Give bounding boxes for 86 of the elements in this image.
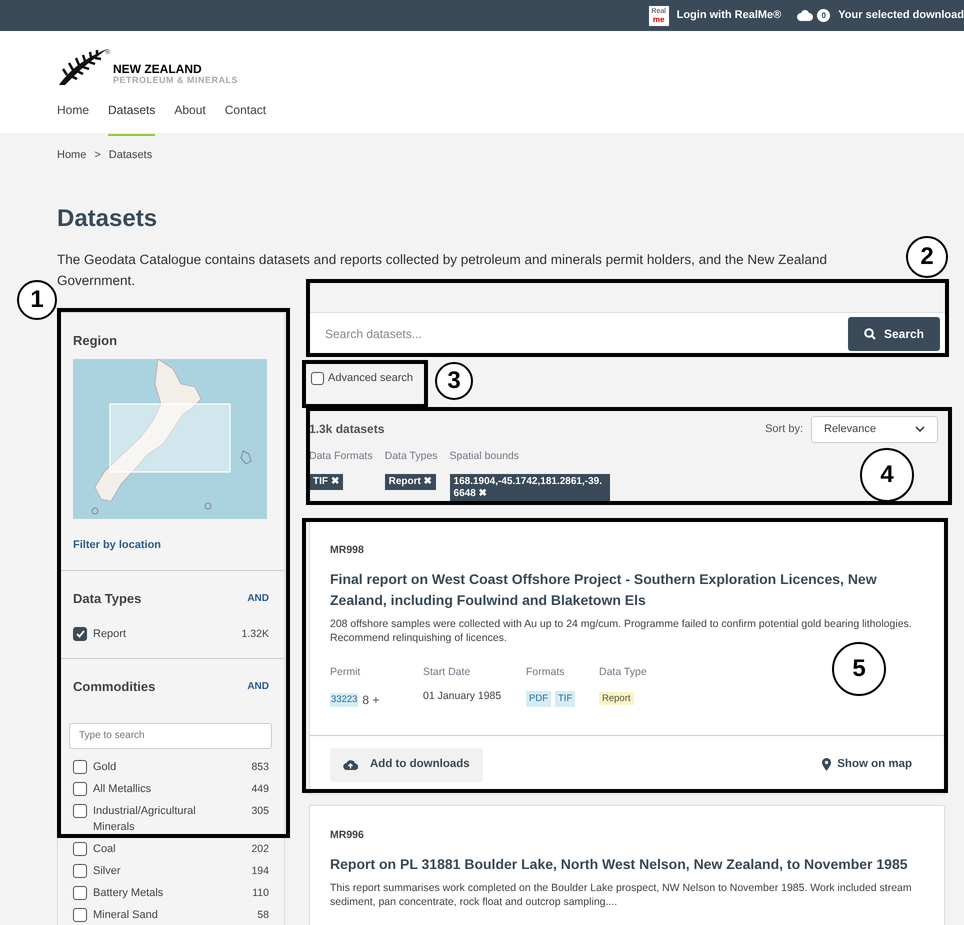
filter-by-location-link[interactable]: Filter by location [73,537,269,554]
option-count: 449 [251,782,269,796]
option-count: 853 [251,760,269,774]
filter-option-label[interactable]: Battery Metals [93,884,164,900]
data-type-tag: Report [599,692,634,705]
result-count: 1.3k datasets [309,421,384,438]
check-icon [76,630,84,638]
dataset-description: 208 offshore samples were collected with Au up to 24 mg/cum. Programme failed to confirm potential gold bearing lithologies. Recommend relinquishing of licences. [330,617,913,645]
dataset-title-link[interactable]: Report on PL 31881 Boulder Lake, North West Nelson, New Zealand, to November 1985 [330,854,924,874]
callout-number: 4 [860,448,914,502]
search-field[interactable]: Type to search [69,722,272,748]
checkbox[interactable] [73,908,87,922]
advanced-search-label[interactable]: Advanced search [328,370,413,387]
option-count: 194 [251,864,269,878]
filter-option-label[interactable]: Mineral Sand [93,906,158,922]
count-badge: 0 [817,9,830,22]
meta-label: Permit [330,665,362,680]
search-icon [864,328,876,340]
cloud-icon [797,10,814,21]
dataset-id: MR996 [330,828,365,843]
logo-subtitle: PETROLEUM & MINERALS [113,75,238,86]
breadcrumb-separator: > [94,148,101,163]
add-to-downloads-button[interactable]: Add to downloads [330,748,483,782]
nav-link[interactable]: Datasets [108,101,156,136]
section-heading: Commodities [73,678,156,696]
meta-label: Data Type [599,665,648,680]
intro-text: The Geodata Catalogue contains datasets and reports collected by petroleum and minerals permit holders, and the New Zealand Government. [56,250,828,290]
breadcrumb-link[interactable]: Home [57,147,86,164]
option-count: 110 [252,886,269,900]
breadcrumb-link[interactable]: Datasets [108,147,152,164]
callout-number: 1 [17,280,57,320]
section-heading: Region [73,332,118,350]
dataset-title-link[interactable]: Final report on West Coast Offshore Project - Southern Exploration Licences, New Zealand, including Foulwind and Blaketown Els [330,569,924,611]
login-link[interactable]: Login with RealMe® [676,7,782,24]
filter-option-label[interactable]: All Metallics [93,780,152,796]
callout-number: 3 [435,362,473,400]
filter-chip[interactable]: TIF ✖ [309,474,343,490]
filter-option-label[interactable]: Coal [93,840,116,856]
format-tag: PDF [526,690,551,707]
filter-option-label[interactable]: Gold [93,758,116,774]
nav-link[interactable]: Contact [224,101,266,136]
filter-option-label[interactable]: Report [93,626,126,642]
filter-chip[interactable]: 168.1904,-45.1742,181.2861,-39.6648 ✖ [450,474,610,502]
map-pin-icon [822,758,832,772]
checkbox[interactable] [311,372,324,385]
checkbox[interactable] [73,864,87,878]
option-count: 305 [251,804,269,818]
filter-chip[interactable]: Report ✖ [384,474,436,490]
checkbox[interactable] [73,804,87,818]
sort-dropdown[interactable]: Relevance [811,416,938,442]
checkbox[interactable] [73,782,87,796]
section-heading: Data Types [73,590,142,608]
page-title: Datasets [56,204,158,234]
meta-label: Formats [526,665,566,680]
filter-group-label: Spatial bounds [450,448,520,464]
chevron-down-icon [915,426,925,432]
callout-number: 2 [906,236,948,278]
filter-group-label: Data Types [384,448,438,464]
logo-title: NEW ZEALAND [113,64,203,75]
checkbox[interactable] [73,886,87,900]
and-toggle[interactable]: AND [247,590,269,606]
option-count: 1.32K [242,627,269,642]
checkbox[interactable] [73,760,87,774]
filter-group-label: Data Formats [309,448,373,464]
nav-link[interactable]: About [174,101,206,136]
option-count: 58 [257,908,269,922]
checkbox[interactable] [73,627,87,641]
show-on-map-link[interactable]: Show on map [822,756,912,774]
filter-option-label[interactable]: Industrial/Agricultural Minerals [93,802,233,834]
permit-tag[interactable]: 33223 [330,692,358,707]
and-toggle[interactable]: AND [247,679,269,694]
format-tag: TIF [555,690,576,707]
search-button[interactable]: Search [848,316,940,350]
more-count: 8 + [362,692,380,709]
meta-label: Start Date [423,665,472,680]
nav-link[interactable]: Home [57,101,90,136]
cloud-upload-icon [343,759,358,770]
start-date: 01 January 1985 [423,688,502,704]
search-field[interactable]: Search datasets... Search [309,312,945,354]
sort-label: Sort by: [765,422,803,437]
checkbox[interactable] [73,842,87,856]
dataset-id: MR998 [330,543,365,558]
downloads-link[interactable]: Your selected download [838,7,964,24]
filter-option-label[interactable]: Silver [93,862,121,878]
option-count: 202 [251,842,269,856]
dataset-description: This report summarises work completed on the Boulder Lake prospect, NW Nelson to November 1985. Work included stream sediment, pan concentrate, rock float and outcrop sampling.... [330,880,913,908]
